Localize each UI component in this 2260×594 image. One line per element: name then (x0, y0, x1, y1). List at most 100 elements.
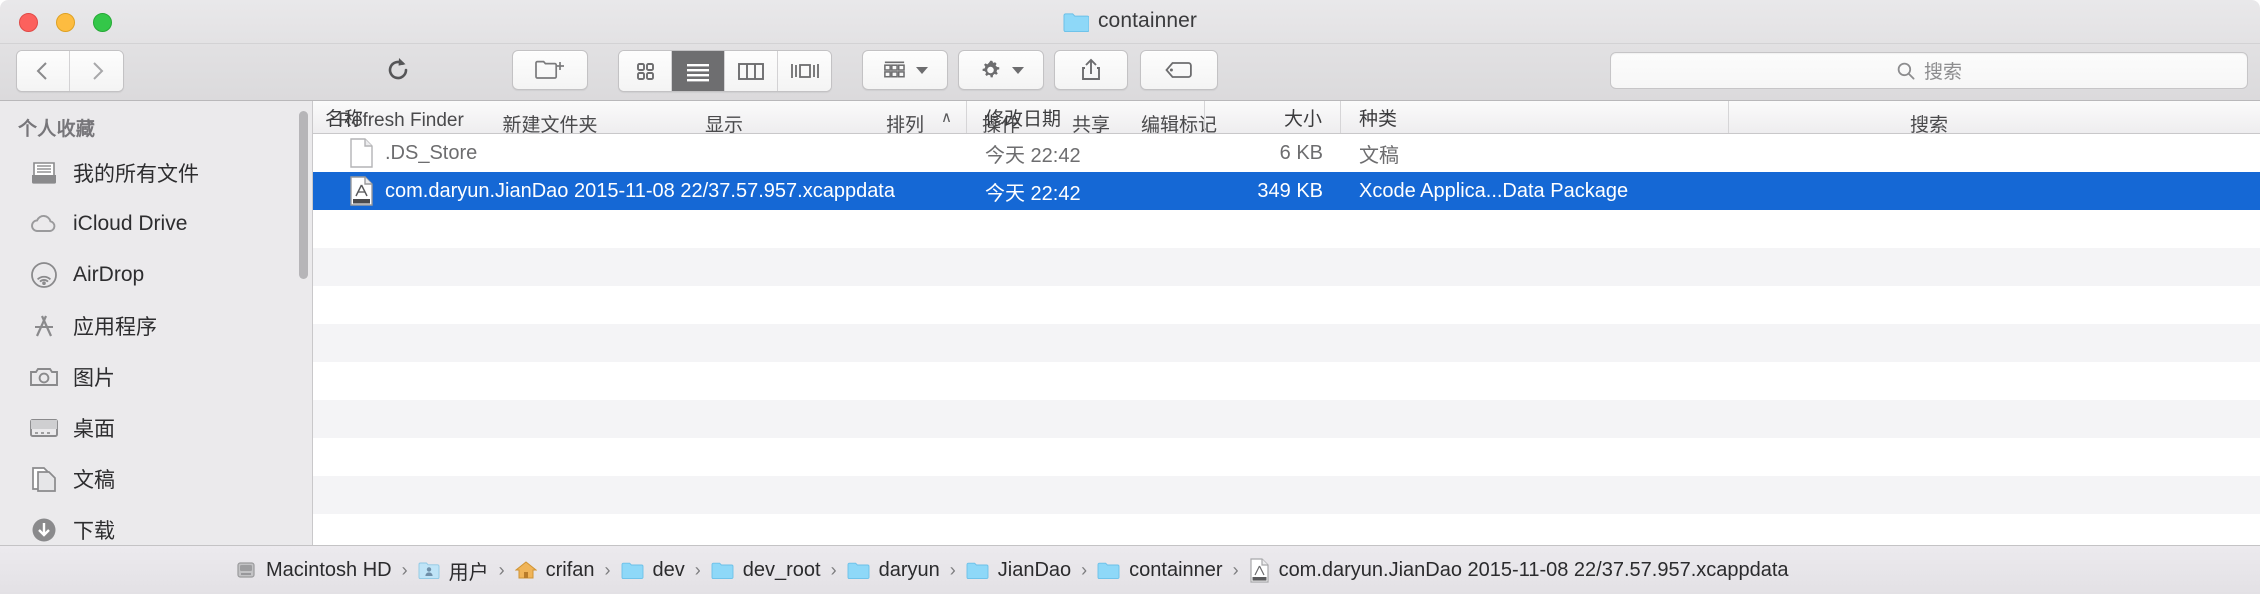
refresh-finder-button[interactable] (370, 50, 426, 90)
empty-row (313, 210, 2260, 248)
share-icon (1079, 57, 1103, 83)
breadcrumb-item-macintosh-hd[interactable]: Macintosh HD (235, 559, 392, 582)
column-header-size[interactable]: 大小 (1205, 101, 1341, 133)
empty-row (313, 248, 2260, 286)
sidebar-item-applications[interactable]: 应用程序 (0, 300, 312, 351)
sort-ascending-icon: ∧ (941, 108, 952, 126)
breadcrumb-item-dev[interactable]: dev (621, 559, 685, 582)
empty-row (313, 362, 2260, 400)
xcappdata-icon (1249, 558, 1270, 583)
column-header-name[interactable]: 名称 ∧ (313, 101, 967, 133)
back-button[interactable] (17, 51, 70, 91)
breadcrumb-item-crifan[interactable]: crifan (515, 559, 595, 582)
forward-button[interactable] (70, 51, 123, 91)
downloads-icon (28, 514, 59, 545)
list-view-button[interactable] (672, 51, 725, 91)
coverflow-icon (789, 60, 821, 82)
toolbar: 向后 Refresh Finder 新建文件夹 (0, 44, 2260, 101)
documents-icon (28, 463, 59, 494)
breadcrumb-separator: › (1223, 560, 1249, 581)
gear-icon (978, 57, 1003, 83)
sidebar-item-downloads[interactable]: 下载 (0, 504, 312, 555)
column-header-label: 修改日期 (985, 104, 1061, 131)
breadcrumb-separator: › (821, 560, 847, 581)
breadcrumb-item-jiandao[interactable]: JianDao (966, 559, 1071, 582)
column-header-label: 大小 (1284, 104, 1322, 131)
arrange-button[interactable] (862, 50, 948, 90)
sidebar-item-documents[interactable]: 文稿 (0, 453, 312, 504)
column-header-filler (1729, 101, 2260, 133)
breadcrumb-separator: › (685, 560, 711, 581)
sidebar-scrollbar[interactable] (299, 111, 308, 279)
generic-document-icon (349, 138, 374, 168)
sidebar-item-desktop[interactable]: 桌面 (0, 402, 312, 453)
arrange-grid-icon (882, 58, 907, 82)
sidebar-item-label: iCloud Drive (73, 212, 187, 236)
share-button[interactable] (1054, 50, 1128, 90)
all-my-files-icon (28, 157, 59, 188)
breadcrumb-label: crifan (546, 559, 595, 582)
column-header-label: 名称 (325, 104, 363, 131)
sidebar: 个人收藏 我的所有文件 (0, 101, 313, 545)
breadcrumb-item-users[interactable]: 用户 (418, 556, 489, 585)
breadcrumb-item-xcappdata[interactable]: com.daryun.JianDao 2015-11-08 22/37.57.9… (1249, 558, 1789, 583)
sidebar-item-label: 文稿 (73, 464, 115, 494)
breadcrumb-separator: › (595, 560, 621, 581)
search-input[interactable]: 搜索 (1610, 52, 2248, 89)
window-title-group: containner (0, 9, 2260, 33)
file-name: .DS_Store (385, 142, 477, 165)
users-folder-icon (418, 561, 440, 580)
action-button[interactable] (958, 50, 1044, 90)
sidebar-item-label: 图片 (73, 362, 115, 392)
view-mode-group (618, 50, 832, 92)
file-size: 349 KB (1205, 180, 1341, 203)
finder-window: containner 向后 Refre (0, 0, 2260, 594)
breadcrumb-item-dev-root[interactable]: dev_root (711, 559, 821, 582)
sidebar-section-title: 个人收藏 (0, 110, 312, 147)
sidebar-item-label: 我的所有文件 (73, 158, 199, 188)
sidebar-item-all-my-files[interactable]: 我的所有文件 (0, 147, 312, 198)
columns-icon (736, 60, 766, 82)
breadcrumb-separator: › (940, 560, 966, 581)
empty-row (313, 438, 2260, 476)
folder-icon (1097, 561, 1120, 580)
sidebar-item-label: 应用程序 (73, 311, 157, 341)
empty-row (313, 324, 2260, 362)
coverflow-view-button[interactable] (778, 51, 831, 91)
file-date: 今天 22:42 (967, 177, 1205, 206)
sidebar-item-airdrop[interactable]: AirDrop (0, 249, 312, 300)
sidebar-item-icloud-drive[interactable]: iCloud Drive (0, 198, 312, 249)
icon-view-button[interactable] (619, 51, 672, 91)
applications-icon (28, 310, 59, 341)
search-icon (1896, 61, 1916, 81)
breadcrumb-label: dev_root (743, 559, 821, 582)
table-row[interactable]: com.daryun.JianDao 2015-11-08 22/37.57.9… (313, 172, 2260, 210)
search-placeholder: 搜索 (1924, 57, 1962, 84)
breadcrumb-label: containner (1129, 559, 1222, 582)
file-name-cell: com.daryun.JianDao 2015-11-08 22/37.57.9… (313, 176, 967, 206)
file-rows: .DS_Store 今天 22:42 6 KB 文稿 (313, 134, 2260, 545)
file-size: 6 KB (1205, 142, 1341, 165)
file-name: com.daryun.JianDao 2015-11-08 22/37.57.9… (385, 180, 895, 203)
column-header-date[interactable]: 修改日期 (967, 101, 1205, 133)
empty-row (313, 286, 2260, 324)
breadcrumb-item-containner[interactable]: containner (1097, 559, 1222, 582)
breadcrumb-label: daryun (879, 559, 940, 582)
sidebar-item-pictures[interactable]: 图片 (0, 351, 312, 402)
refresh-icon (383, 55, 413, 85)
breadcrumb-separator: › (392, 560, 418, 581)
edit-tags-button[interactable] (1140, 50, 1218, 90)
file-name-cell: .DS_Store (313, 138, 967, 168)
folder-icon (1063, 11, 1089, 32)
tag-icon (1163, 59, 1195, 81)
folder-icon (711, 561, 734, 580)
column-view-button[interactable] (725, 51, 778, 91)
harddisk-icon (235, 559, 257, 581)
new-folder-button[interactable] (512, 50, 588, 90)
empty-row (313, 476, 2260, 514)
table-row[interactable]: .DS_Store 今天 22:42 6 KB 文稿 (313, 134, 2260, 172)
title-bar: containner (0, 0, 2260, 44)
folder-icon (847, 561, 870, 580)
breadcrumb-item-daryun[interactable]: daryun (847, 559, 940, 582)
column-header-kind[interactable]: 种类 (1341, 101, 1729, 133)
